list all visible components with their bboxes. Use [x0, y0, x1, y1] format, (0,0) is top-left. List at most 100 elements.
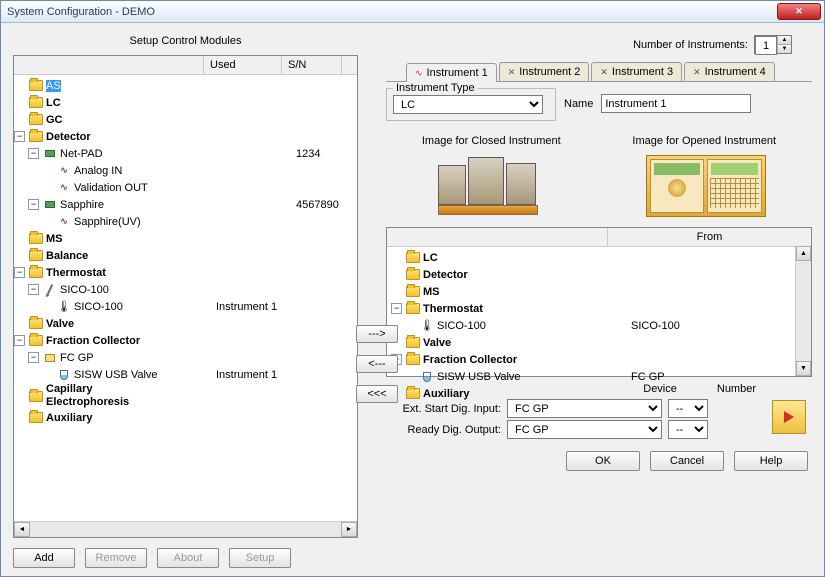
tree-item-auxiliary[interactable]: Auxiliary [14, 409, 357, 426]
close-button[interactable]: ✕ [777, 3, 821, 20]
rt-item-fraction-collector[interactable]: −Fraction Collector [391, 351, 811, 368]
tree-item-as[interactable]: AS [14, 77, 357, 94]
instrument-tree[interactable]: LC Detector MS −Thermostat 🌡SICO-100SICO… [387, 247, 811, 404]
num-instruments-row: Number of Instruments: ▲▼ [386, 31, 812, 62]
minus-icon[interactable]: − [14, 267, 25, 278]
device-icon [42, 147, 58, 161]
scroll-down-icon[interactable]: ▼ [796, 361, 811, 376]
module-tree[interactable]: AS LC GC −Detector −Net-PAD1234 ∿Analog … [14, 75, 357, 428]
transfer-buttons: ---> <--- <<< [356, 325, 398, 403]
scroll-up-icon[interactable]: ▲ [796, 246, 811, 261]
tree-item-balance[interactable]: Balance [14, 247, 357, 264]
spin-up-icon[interactable]: ▲ [777, 36, 791, 45]
remove-button[interactable]: Remove [85, 548, 147, 568]
horizontal-scrollbar[interactable]: ◄ ► [14, 521, 357, 537]
folder-icon [28, 389, 44, 403]
closed-image-label: Image for Closed Instrument [422, 135, 561, 147]
tab-instrument-4[interactable]: ✕Instrument 4 [684, 62, 775, 81]
tree-item-fcgp[interactable]: −FC GP [14, 349, 357, 366]
num-instruments-input[interactable] [755, 36, 777, 55]
tree-item-valve[interactable]: Valve [14, 315, 357, 332]
tree-item-netpad[interactable]: −Net-PAD1234 [14, 145, 357, 162]
tab-instrument-2[interactable]: ✕Instrument 2 [499, 62, 590, 81]
num-instruments-spinner[interactable]: ▲▼ [754, 35, 792, 54]
spin-down-icon[interactable]: ▼ [777, 45, 791, 53]
tree-item-sapphire-uv[interactable]: ∿Sapphire(UV) [14, 213, 357, 230]
instrument-type-select[interactable]: LC [393, 95, 543, 114]
image-boxes [386, 151, 812, 221]
minus-icon[interactable]: − [28, 148, 39, 159]
add-button[interactable]: Add [13, 548, 75, 568]
rt-item-ms[interactable]: MS [391, 283, 811, 300]
tree-item-sico100-b[interactable]: 🌡SICO-100Instrument 1 [14, 298, 357, 315]
signal-icon: ∿ [56, 181, 72, 195]
tree-item-sico100-a[interactable]: −SICO-100 [14, 281, 357, 298]
rt-item-detector[interactable]: Detector [391, 266, 811, 283]
instrument-tabs: ∿Instrument 1 ✕Instrument 2 ✕Instrument … [386, 62, 812, 82]
tree-header-name[interactable] [14, 56, 204, 74]
minus-icon[interactable]: − [14, 335, 25, 346]
ready-output-number-select[interactable]: -- [668, 420, 708, 439]
signal-icon: ∿ [56, 215, 72, 229]
rt-item-lc[interactable]: LC [391, 249, 811, 266]
setup-button[interactable]: Setup [229, 548, 291, 568]
rt-header-name[interactable] [387, 228, 607, 246]
disabled-icon: ✕ [508, 67, 516, 78]
io-config-button[interactable] [772, 400, 806, 434]
signal-icon: ∿ [56, 164, 72, 178]
rt-item-thermostat[interactable]: −Thermostat [391, 300, 811, 317]
temp-icon: 🌡 [56, 300, 72, 314]
ext-start-device-select[interactable]: FC GP [507, 399, 662, 418]
rt-item-sico100[interactable]: 🌡SICO-100SICO-100 [391, 317, 811, 334]
folder-icon [28, 334, 44, 348]
minus-icon[interactable]: − [14, 131, 25, 142]
tab-instrument-1[interactable]: ∿Instrument 1 [406, 63, 497, 82]
closed-instrument-image[interactable] [428, 151, 558, 221]
tree-item-fraction-collector[interactable]: −Fraction Collector [14, 332, 357, 349]
tree-item-gc[interactable]: GC [14, 111, 357, 128]
window: System Configuration - DEMO ✕ Setup Cont… [0, 0, 825, 577]
pen-icon [42, 283, 58, 297]
minus-icon[interactable]: − [28, 284, 39, 295]
minus-icon[interactable]: − [28, 352, 39, 363]
name-label: Name [564, 98, 593, 110]
ready-output-device-select[interactable]: FC GP [507, 420, 662, 439]
ext-start-row: Ext. Start Dig. Input: FC GP -- [386, 399, 812, 418]
vertical-scrollbar[interactable]: ▲ ▼ [795, 246, 811, 376]
scroll-left-icon[interactable]: ◄ [14, 522, 30, 537]
rt-header-from[interactable]: From [607, 228, 811, 246]
minus-icon[interactable]: − [391, 303, 402, 314]
tree-item-capillary[interactable]: Capillary Electrophoresis [14, 383, 357, 409]
tree-header-sn[interactable]: S/N [282, 56, 342, 74]
rt-item-valve[interactable]: Valve [391, 334, 811, 351]
folder-icon [405, 251, 421, 265]
tree-item-validation-out[interactable]: ∿Validation OUT [14, 179, 357, 196]
folder-icon [28, 249, 44, 263]
ok-button[interactable]: OK [566, 451, 640, 471]
tree-item-detector[interactable]: −Detector [14, 128, 357, 145]
move-left-button[interactable]: <--- [356, 355, 398, 373]
help-button[interactable]: Help [734, 451, 808, 471]
opened-instrument-image[interactable] [641, 151, 771, 221]
tree-item-sapphire[interactable]: −Sapphire4567890 [14, 196, 357, 213]
tree-item-analog-in[interactable]: ∿Analog IN [14, 162, 357, 179]
instrument-tree-container: From LC Detector MS −Thermostat 🌡SICO-10… [386, 227, 812, 377]
about-button[interactable]: About [157, 548, 219, 568]
tree-item-sisw[interactable]: SISW USB ValveInstrument 1 [14, 366, 357, 383]
tree-item-ms[interactable]: MS [14, 230, 357, 247]
temp-icon: 🌡 [419, 319, 435, 333]
tab-instrument-3[interactable]: ✕Instrument 3 [591, 62, 682, 81]
cancel-button[interactable]: Cancel [650, 451, 724, 471]
tree-item-lc[interactable]: LC [14, 94, 357, 111]
rt-item-sisw[interactable]: SISW USB ValveFC GP [391, 368, 811, 385]
scroll-right-icon[interactable]: ► [341, 522, 357, 537]
ext-start-number-select[interactable]: -- [668, 399, 708, 418]
instrument-name-input[interactable] [601, 94, 751, 113]
move-right-button[interactable]: ---> [356, 325, 398, 343]
tree-header-used[interactable]: Used [204, 56, 282, 74]
tree-item-thermostat[interactable]: −Thermostat [14, 264, 357, 281]
ready-output-row: Ready Dig. Output: FC GP -- [386, 420, 812, 439]
minus-icon[interactable]: − [28, 199, 39, 210]
flask-icon [56, 368, 72, 382]
move-all-left-button[interactable]: <<< [356, 385, 398, 403]
